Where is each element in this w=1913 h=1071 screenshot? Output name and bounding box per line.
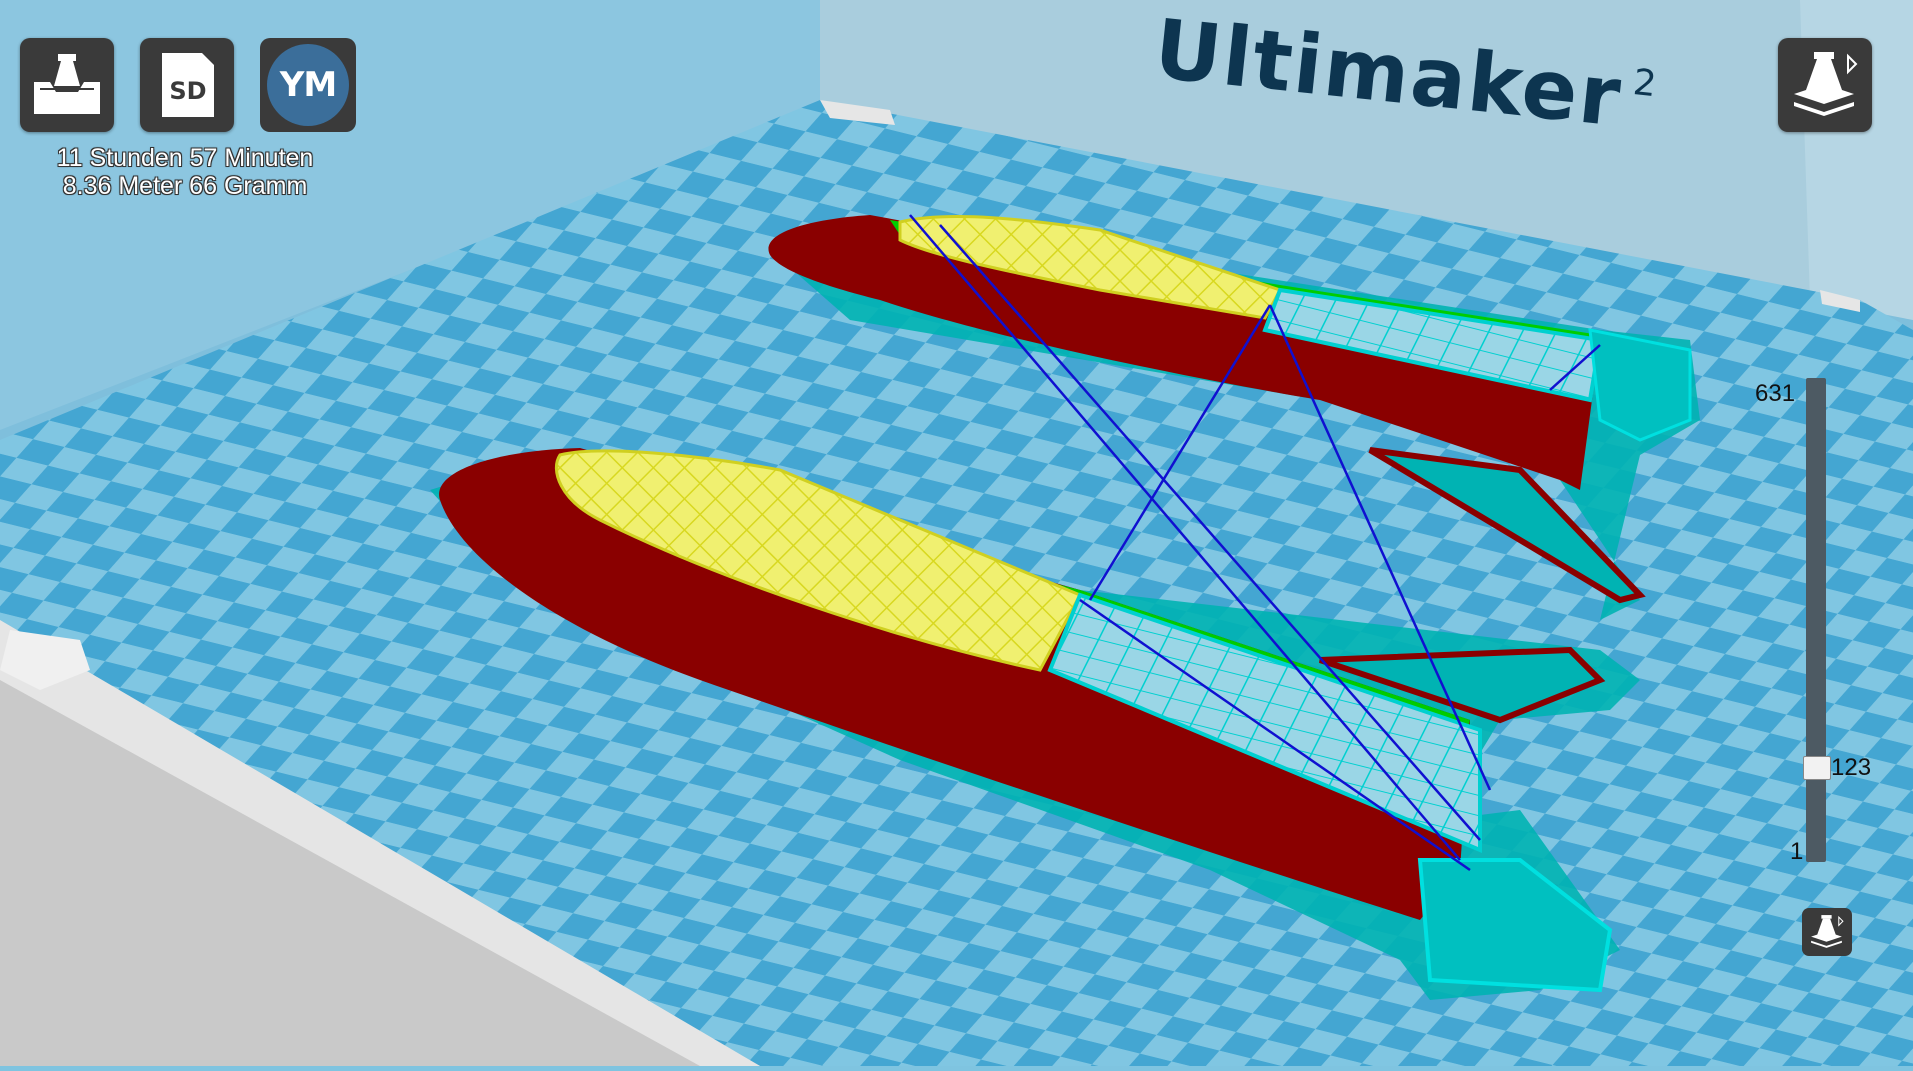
sd-card-icon: SD xyxy=(162,53,214,117)
viewport-3d[interactable]: SD YM 11 Stunden 57 Minuten 8.36 Meter 6… xyxy=(0,0,1913,1066)
load-model-button[interactable] xyxy=(20,38,114,132)
print-info: 11 Stunden 57 Minuten 8.36 Meter 66 Gram… xyxy=(20,144,350,200)
print-time: 11 Stunden 57 Minuten xyxy=(56,144,314,172)
youmagine-logo: YM xyxy=(267,44,349,126)
load-model-icon xyxy=(34,54,100,114)
svg-text:SD: SD xyxy=(169,77,206,105)
layer-view-icon xyxy=(1794,52,1858,116)
layer-max-label: 631 xyxy=(1755,380,1796,407)
save-to-sd-button[interactable]: SD xyxy=(140,38,234,132)
layer-min-label: 1 xyxy=(1790,838,1804,865)
layer-view-toggle-button[interactable] xyxy=(1802,908,1852,956)
layer-view-icon xyxy=(1811,915,1844,948)
layer-slider-track[interactable] xyxy=(1806,378,1826,862)
view-mode-button[interactable] xyxy=(1778,38,1872,132)
layer-slider-handle[interactable] xyxy=(1803,755,1831,780)
layer-current-label: 123 xyxy=(1831,753,1872,781)
print-material: 8.36 Meter 66 Gramm xyxy=(62,172,308,200)
youmagine-button[interactable]: YM xyxy=(260,38,356,132)
